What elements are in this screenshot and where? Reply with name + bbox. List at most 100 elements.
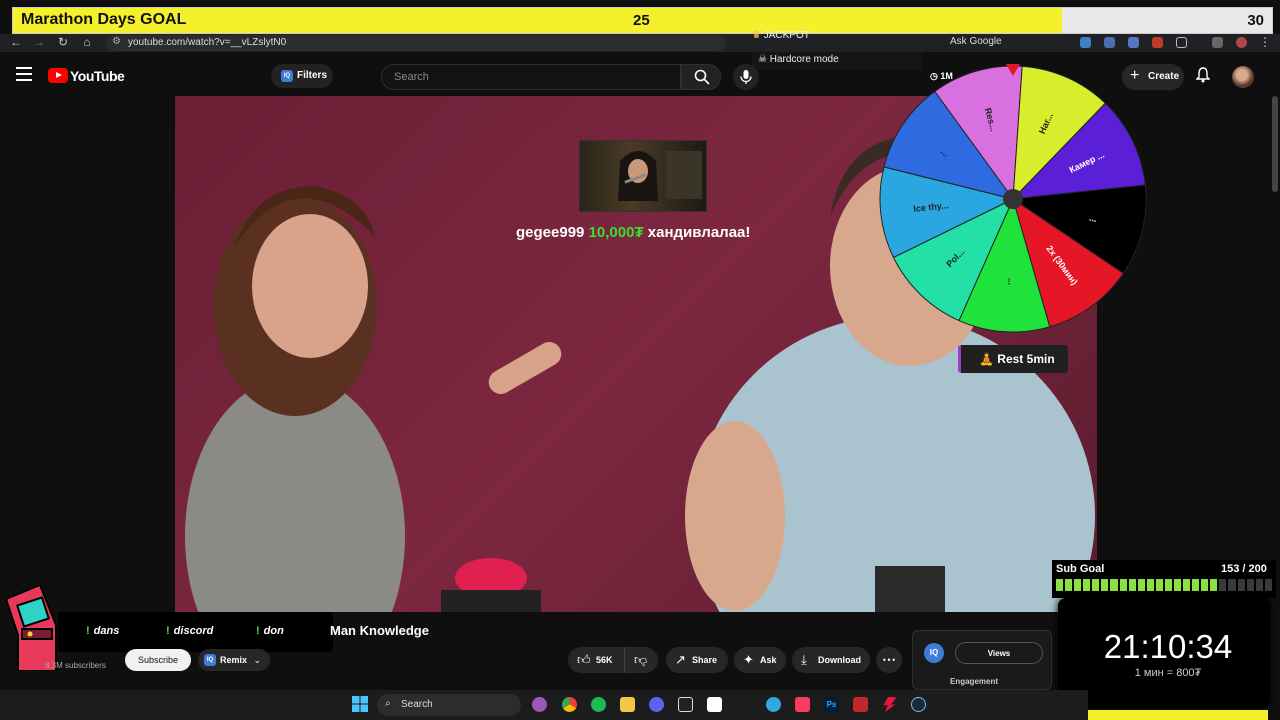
like-button[interactable]: 👍︎ 56K (568, 647, 624, 673)
more-actions-icon[interactable]: ⋯ (876, 647, 902, 673)
taskbar-search-label: Search (401, 699, 433, 710)
donation-message: gegee999 10,000₮ хандивлалаа! (516, 224, 750, 241)
browser-menu-icon[interactable]: ⋮ (1258, 35, 1272, 49)
sub-goal-segment (1237, 579, 1245, 591)
address-bar[interactable]: ⚙ youtube.com/watch?v=__vLZslytN0 (106, 35, 726, 51)
notion-icon[interactable] (707, 697, 722, 712)
command-dans: ! dans (86, 625, 119, 637)
crown-icon: ♛ (752, 30, 761, 41)
profile-icon[interactable] (1236, 37, 1247, 48)
file-explorer-icon[interactable] (620, 697, 635, 712)
youtube-logo-text[interactable]: YouTube (70, 68, 125, 84)
rest-label: Rest 5min (997, 352, 1055, 366)
remix-button[interactable]: IQ Remix ⌄ (198, 649, 270, 671)
iq-icon: IQ (204, 654, 216, 666)
ask-label: Ask (760, 655, 777, 665)
youtube-logo-icon[interactable] (48, 68, 68, 83)
create-label: Create (1148, 71, 1180, 82)
share-icon: ↗ (675, 652, 686, 667)
donation-amount: 10,000₮ (588, 224, 644, 241)
sub-goal-count: 153 / 200 (1221, 563, 1267, 575)
site-info-icon[interactable]: ⚙ (112, 36, 121, 47)
sub-goal-segment (1119, 579, 1127, 591)
avatar[interactable] (1232, 66, 1254, 88)
spotify-icon[interactable] (591, 697, 606, 712)
exclaim-icon: ! (86, 625, 90, 637)
exclaim-icon: ! (256, 625, 260, 637)
sub-goal-segment (1092, 579, 1100, 591)
search-button[interactable] (681, 64, 721, 90)
voice-search-button[interactable] (733, 64, 759, 90)
timer-rate: 1 мин = 800₮ (1134, 667, 1202, 679)
hamburger-menu-icon[interactable] (16, 67, 32, 81)
extension-icon[interactable] (1104, 37, 1115, 48)
sub-goal-segment (1065, 579, 1073, 591)
url-text: youtube.com/watch?v=__vLZslytN0 (128, 37, 287, 48)
donor-name: gegee999 (516, 224, 585, 241)
goal-current: 25 (633, 12, 650, 29)
search-icon (694, 69, 710, 85)
sub-goal-progress (1056, 579, 1272, 591)
command-don: ! don (256, 625, 284, 637)
reading-list-icon[interactable] (1212, 37, 1223, 48)
rest-badge: 🧘 Rest 5min (958, 345, 1068, 373)
windows-start-icon[interactable] (352, 696, 368, 717)
capcut-icon[interactable] (678, 697, 693, 712)
subscriber-count: 8.3M subscribers (45, 661, 106, 670)
sub-goal-segment (1255, 579, 1263, 591)
home-icon[interactable]: ⌂ (80, 35, 94, 49)
meditation-icon: 🧘 (979, 352, 994, 366)
donation-image (579, 140, 707, 212)
sub-goal-segment (1056, 579, 1064, 591)
hardcore-label: Hardcore mode (769, 54, 839, 65)
search-icon: ⌕ (385, 698, 391, 709)
reload-icon[interactable]: ↻ (56, 35, 70, 49)
page-scrollbar[interactable] (1272, 96, 1278, 192)
jackpot-overlay: ♛ JACKPOT (752, 30, 1032, 44)
extensions-puzzle-icon[interactable] (1176, 37, 1187, 48)
extension-icon[interactable] (1080, 37, 1091, 48)
sub-goal-segment (1183, 579, 1191, 591)
filters-label: Filters (297, 70, 328, 81)
donation-text: хандивлалаа! (647, 224, 751, 241)
sub-goal-segment (1164, 579, 1173, 591)
like-count: 56K (596, 655, 613, 665)
command-label: discord (173, 625, 214, 637)
subscribe-button[interactable]: Subscribe (125, 649, 191, 671)
extension-icon[interactable] (1152, 37, 1163, 48)
wheel-hub (1003, 189, 1023, 209)
edge-icon[interactable] (766, 697, 781, 712)
extension-icon[interactable] (1128, 37, 1139, 48)
download-label: Download (818, 655, 861, 665)
notifications-bell-icon[interactable] (1195, 67, 1211, 88)
sub-goal-segment (1110, 579, 1118, 591)
ask-button[interactable]: ✦ Ask (734, 647, 786, 673)
music-icon[interactable] (795, 697, 810, 712)
exclaim-icon: ! (166, 625, 170, 637)
filters-button[interactable]: IQ Filters (271, 64, 333, 88)
photoshop-icon[interactable]: Ps (824, 697, 839, 712)
search-input[interactable]: Search (381, 64, 681, 90)
sub-goal-segment (1219, 579, 1227, 591)
command-label: don (263, 625, 284, 637)
forward-icon[interactable]: → (32, 35, 46, 49)
sub-goal-segment (1146, 579, 1154, 591)
share-button[interactable]: ↗ Share (666, 647, 728, 673)
steam-icon[interactable] (911, 697, 926, 712)
thumbs-up-icon: 👍︎ (577, 652, 591, 667)
sub-goal-segment (1264, 579, 1272, 591)
sub-goal-segment (1174, 579, 1182, 591)
back-icon[interactable]: ← (9, 35, 23, 49)
download-button[interactable]: ⤓ Download (792, 647, 870, 673)
taskbar-app-icon[interactable] (532, 697, 547, 712)
sub-goal-segment (1210, 579, 1218, 591)
chrome-icon[interactable] (562, 697, 577, 712)
discord-icon[interactable] (649, 697, 664, 712)
countdown-timer: 21:10:34 (1103, 628, 1233, 665)
taskbar-search[interactable]: ⌕ Search (377, 694, 521, 716)
dislike-button[interactable]: 👎︎ (624, 647, 658, 673)
iq-icon: IQ (924, 643, 944, 663)
taskbar-app-icon[interactable] (853, 697, 868, 712)
views-tab[interactable]: Views (955, 642, 1043, 664)
prize-wheel[interactable]: Res... Har...Камер ......2x (30мин)...Pol… (878, 64, 1148, 334)
